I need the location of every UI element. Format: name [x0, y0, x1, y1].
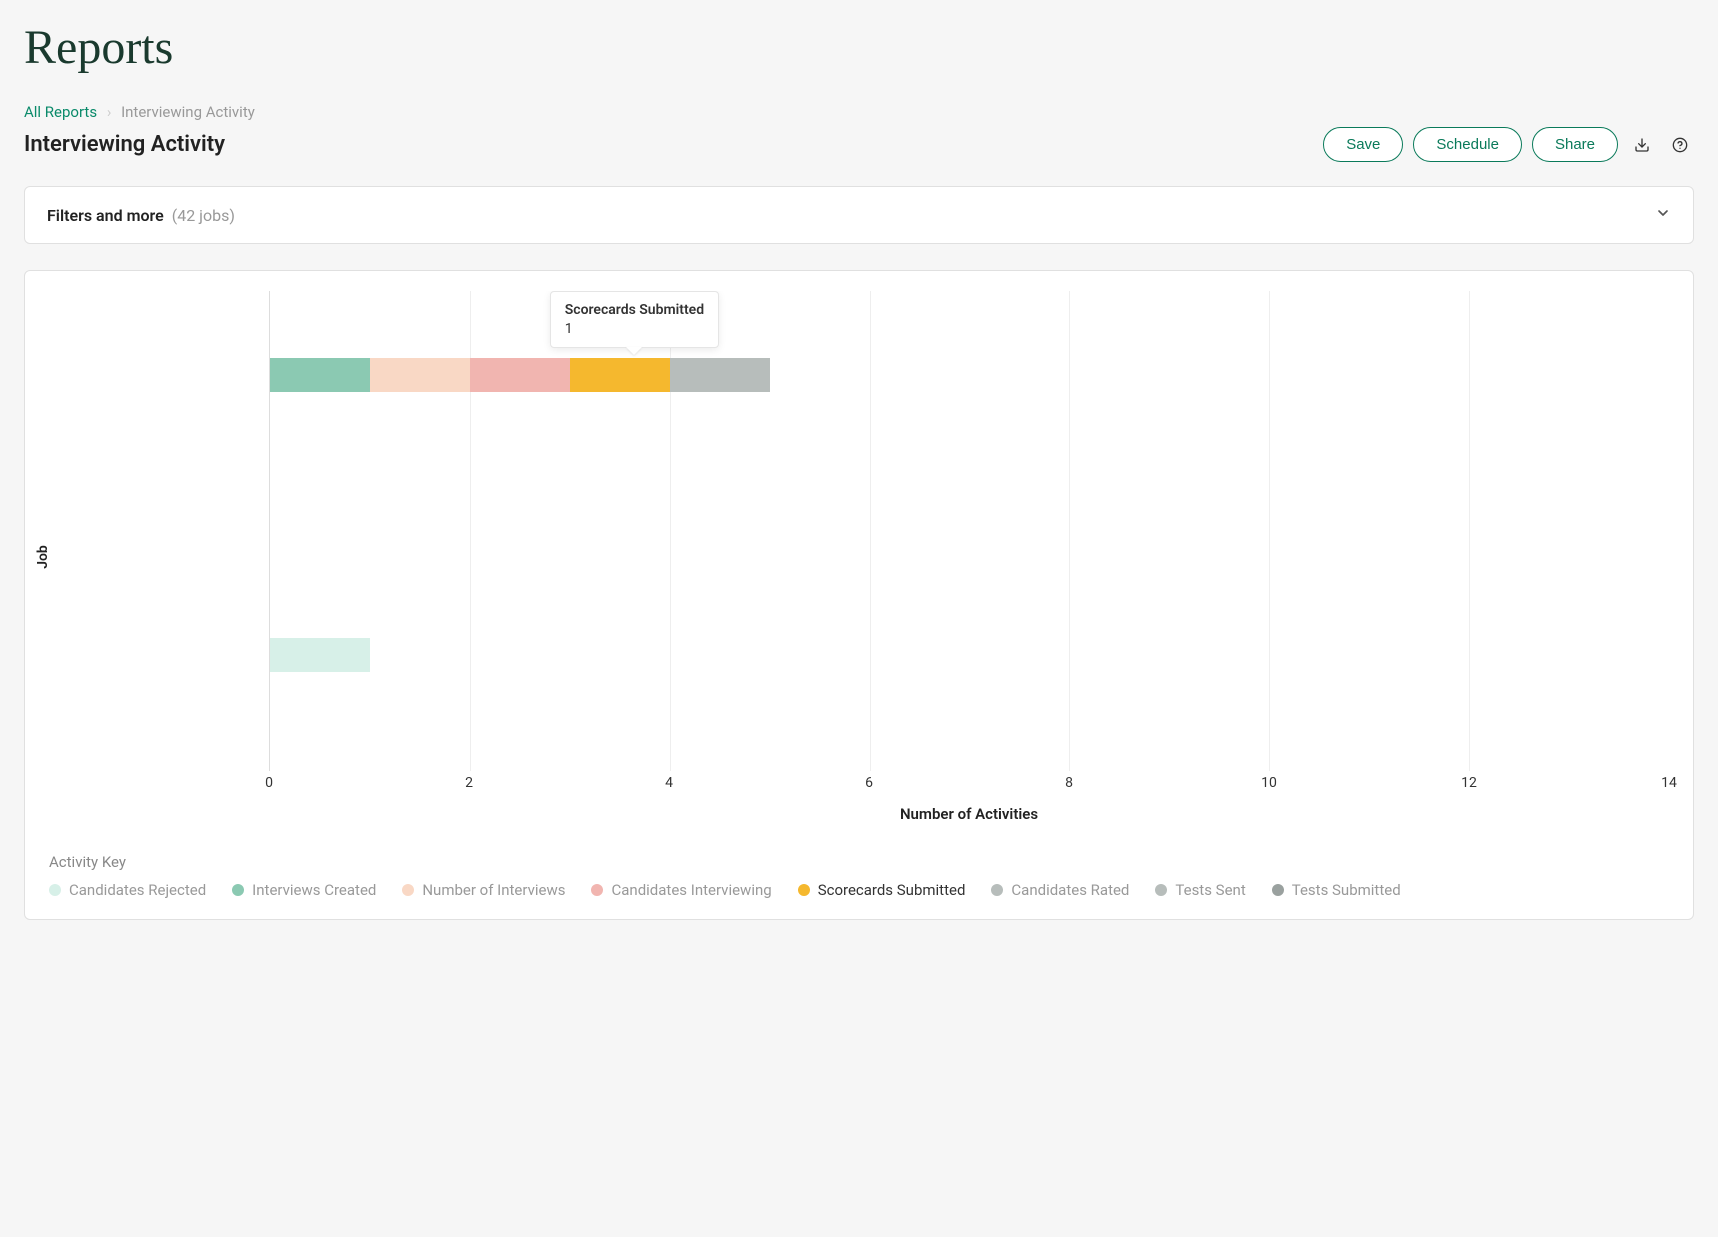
legend-label: Tests Sent — [1175, 881, 1245, 899]
breadcrumb-current: Interviewing Activity — [121, 103, 255, 121]
bar-segment[interactable] — [270, 638, 370, 672]
share-button[interactable]: Share — [1532, 127, 1618, 162]
bar-segment[interactable] — [670, 358, 770, 392]
chart-row: Team Manager, Customer S...0 — [270, 459, 1669, 515]
chart-row: Sales Engineer II0 — [270, 739, 1669, 771]
tooltip-arrow-icon — [626, 347, 642, 355]
schedule-button[interactable]: Schedule — [1413, 127, 1522, 162]
breadcrumb: All Reports › Interviewing Activity — [24, 103, 1694, 121]
legend-item[interactable]: Candidates Interviewing — [591, 881, 771, 899]
legend-swatch-icon — [1272, 884, 1284, 896]
legend-swatch-icon — [232, 884, 244, 896]
bar-segment[interactable] — [370, 358, 470, 392]
chart-row: Senior Editor, Creative0 — [270, 683, 1669, 739]
bar-segment[interactable] — [570, 358, 670, 392]
chart-row: Senior Financial Systems...1 — [270, 627, 1669, 683]
legend-item[interactable]: Tests Sent — [1155, 881, 1245, 899]
chevron-right-icon: › — [107, 103, 112, 121]
legend-item[interactable]: Scorecards Submitted — [798, 881, 966, 899]
download-icon[interactable] — [1628, 131, 1656, 159]
filters-panel[interactable]: Filters and more (42 jobs) — [24, 186, 1694, 244]
save-button[interactable]: Save — [1323, 127, 1403, 162]
legend-swatch-icon — [591, 884, 603, 896]
legend-label: Scorecards Submitted — [818, 881, 966, 899]
help-icon[interactable] — [1666, 131, 1694, 159]
bar-segment[interactable] — [470, 358, 570, 392]
legend-label: Candidates Rated — [1011, 881, 1129, 899]
y-axis-title: Job — [35, 545, 51, 569]
x-tick-label: 8 — [1065, 775, 1073, 791]
x-tick-label: 2 — [465, 775, 473, 791]
legend-label: Interviews Created — [252, 881, 376, 899]
x-tick-label: 10 — [1261, 775, 1277, 791]
section-title: Interviewing Activity — [24, 132, 225, 157]
bar-stack[interactable] — [270, 638, 1669, 672]
bar-stack[interactable] — [270, 750, 1669, 771]
bar-stack[interactable] — [270, 694, 1669, 728]
tooltip-value: 1 — [565, 321, 704, 337]
x-tick-label: 6 — [865, 775, 873, 791]
chart-row: UX Designer0 — [270, 291, 1669, 347]
legend-item[interactable]: Number of Interviews — [402, 881, 565, 899]
bar-stack[interactable] — [270, 414, 1669, 448]
x-axis: 02468101214 — [269, 771, 1669, 801]
bar-stack[interactable] — [270, 302, 1669, 336]
legend-label: Candidates Interviewing — [611, 881, 771, 899]
x-tick-label: 4 — [665, 775, 673, 791]
x-tick-label: 14 — [1661, 775, 1677, 791]
legend-item[interactable]: Tests Submitted — [1272, 881, 1401, 899]
x-axis-title: Number of Activities — [269, 805, 1669, 823]
chart-row: Software Engineer II0 — [270, 515, 1669, 571]
chart-tooltip: Scorecards Submitted 1 — [550, 291, 719, 348]
legend-item[interactable]: Candidates Rated — [991, 881, 1129, 899]
filters-label: Filters and more — [47, 206, 164, 225]
x-tick-label: 12 — [1461, 775, 1477, 791]
legend-swatch-icon — [798, 884, 810, 896]
legend-label: Candidates Rejected — [69, 881, 206, 899]
chevron-down-icon — [1655, 205, 1671, 225]
breadcrumb-root-link[interactable]: All Reports — [24, 103, 97, 121]
legend-label: Number of Interviews — [422, 881, 565, 899]
legend-swatch-icon — [402, 884, 414, 896]
bar-stack[interactable] — [270, 358, 1669, 392]
legend-title: Activity Key — [49, 853, 1669, 871]
bar-stack[interactable] — [270, 582, 1669, 616]
chart-plot-area: UX Designer0Technical Support Specia...5… — [269, 291, 1669, 771]
bar-segment[interactable] — [270, 358, 370, 392]
chart-row: Software Engineer I0 — [270, 571, 1669, 627]
legend-swatch-icon — [991, 884, 1003, 896]
chart-row: Technical Support Specia...5 — [270, 347, 1669, 403]
legend-swatch-icon — [1155, 884, 1167, 896]
legend-item[interactable]: Interviews Created — [232, 881, 376, 899]
chart-row: Technical Consultant0 — [270, 403, 1669, 459]
bar-stack[interactable] — [270, 526, 1669, 560]
tooltip-title: Scorecards Submitted — [565, 302, 704, 318]
page-title: Reports — [24, 20, 1694, 75]
legend-label: Tests Submitted — [1292, 881, 1401, 899]
chart-card: Job UX Designer0Technical Support Specia… — [24, 270, 1694, 920]
x-tick-label: 0 — [265, 775, 273, 791]
legend: Activity Key Candidates Rejected Intervie… — [49, 853, 1669, 899]
bar-stack[interactable] — [270, 470, 1669, 504]
legend-swatch-icon — [49, 884, 61, 896]
header-actions: Save Schedule Share — [1323, 127, 1694, 162]
filters-count: (42 jobs) — [172, 206, 235, 225]
legend-item[interactable]: Candidates Rejected — [49, 881, 206, 899]
